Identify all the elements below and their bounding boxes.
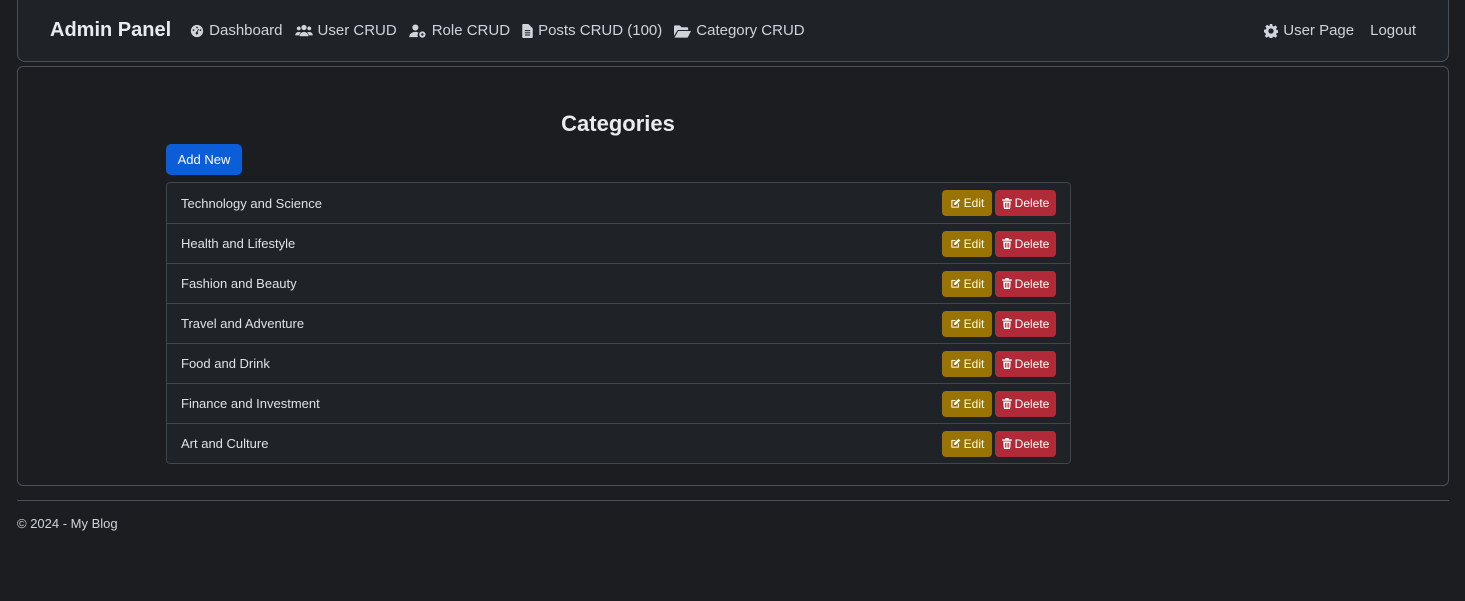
edit-icon xyxy=(951,198,960,208)
gear-icon xyxy=(1264,23,1279,38)
category-name: Art and Culture xyxy=(181,436,269,451)
nav-dashboard[interactable]: Dashboard xyxy=(190,22,283,39)
delete-button[interactable]: Delete xyxy=(995,430,1056,457)
category-row: Health and Lifestyle Edit Delete xyxy=(167,223,1070,263)
nav-logout[interactable]: Logout xyxy=(1370,22,1416,39)
category-name: Travel and Adventure xyxy=(181,316,305,331)
trash-icon xyxy=(1001,438,1012,449)
nav-logout-label: Logout xyxy=(1370,22,1416,39)
edit-icon xyxy=(951,358,960,368)
add-new-button[interactable]: Add New xyxy=(166,144,242,175)
category-row: Technology and Science Edit Delete xyxy=(167,183,1070,223)
dashboard-icon xyxy=(191,24,204,37)
delete-label: Delete xyxy=(1014,436,1050,451)
edit-label: Edit xyxy=(963,356,985,371)
delete-button[interactable]: Delete xyxy=(995,190,1056,216)
edit-button[interactable]: Edit xyxy=(942,310,992,337)
nav-category-crud-label: Category CRUD xyxy=(696,22,805,39)
category-name: Health and Lifestyle xyxy=(181,236,296,251)
delete-label: Delete xyxy=(1014,276,1050,291)
category-name: Fashion and Beauty xyxy=(181,276,297,291)
nav-role-crud-label: Role CRUD xyxy=(431,22,511,39)
main-panel: Categories Add New Technology and Scienc… xyxy=(17,66,1449,486)
trash-icon xyxy=(1001,197,1012,209)
category-row: Art and Culture Edit Delete xyxy=(167,423,1070,463)
file-icon xyxy=(522,23,533,38)
brand-title[interactable]: Admin Panel xyxy=(50,19,171,42)
nav-dashboard-label: Dashboard xyxy=(209,22,283,39)
delete-button[interactable]: Delete xyxy=(995,270,1056,297)
category-name: Technology and Science xyxy=(181,195,322,211)
nav-links: Dashboard User CRUD Role CRUD Posts CRUD… xyxy=(190,22,817,39)
top-navbar: Admin Panel Dashboard User CRUD Role CRU… xyxy=(17,0,1449,62)
nav-posts-crud-label: Posts CRUD (100) xyxy=(538,22,663,39)
users-icon xyxy=(294,24,313,36)
edit-label: Edit xyxy=(963,236,985,251)
edit-label: Edit xyxy=(963,396,985,411)
edit-label: Edit xyxy=(963,276,985,291)
nav-role-crud[interactable]: Role CRUD xyxy=(408,22,511,39)
page-title: Categories xyxy=(561,111,675,136)
delete-button[interactable]: Delete xyxy=(995,390,1056,417)
edit-label: Edit xyxy=(963,316,985,331)
trash-icon xyxy=(1001,278,1012,289)
category-name: Finance and Investment xyxy=(181,396,320,411)
trash-icon xyxy=(1001,398,1012,409)
nav-user-page[interactable]: User Page xyxy=(1264,22,1354,39)
nav-user-crud-label: User CRUD xyxy=(317,22,397,39)
nav-user-crud[interactable]: User CRUD xyxy=(294,22,397,39)
delete-label: Delete xyxy=(1014,196,1050,210)
delete-button[interactable]: Delete xyxy=(995,310,1056,337)
category-row: Fashion and Beauty Edit Delete xyxy=(167,263,1070,303)
user-gear-icon xyxy=(408,23,426,38)
edit-button[interactable]: Edit xyxy=(942,430,992,457)
trash-icon xyxy=(1001,238,1012,249)
nav-user-page-label: User Page xyxy=(1283,22,1355,39)
edit-icon xyxy=(951,238,960,248)
delete-label: Delete xyxy=(1014,316,1050,331)
delete-label: Delete xyxy=(1014,236,1050,251)
delete-label: Delete xyxy=(1014,396,1050,411)
delete-button[interactable]: Delete xyxy=(995,230,1056,257)
edit-icon xyxy=(951,318,960,328)
category-row: Food and Drink Edit Delete xyxy=(167,343,1070,383)
trash-icon xyxy=(1001,358,1012,369)
nav-posts-crud[interactable]: Posts CRUD (100) xyxy=(522,22,662,39)
category-row: Finance and Investment Edit Delete xyxy=(167,383,1070,423)
nav-category-crud[interactable]: Category CRUD xyxy=(674,22,805,39)
footer-divider xyxy=(17,500,1449,501)
trash-icon xyxy=(1001,318,1012,329)
edit-icon xyxy=(951,398,960,408)
edit-icon xyxy=(951,278,960,288)
edit-label: Edit xyxy=(963,436,985,451)
edit-button[interactable]: Edit xyxy=(942,270,992,297)
nav-right: User Page Logout xyxy=(1248,22,1416,39)
edit-button[interactable]: Edit xyxy=(942,390,992,417)
edit-button[interactable]: Edit xyxy=(942,190,992,216)
category-list: Technology and Science Edit Delete Healt… xyxy=(166,182,1071,464)
edit-icon xyxy=(951,438,960,448)
edit-label: Edit xyxy=(963,196,985,210)
edit-button[interactable]: Edit xyxy=(942,350,992,377)
delete-button[interactable]: Delete xyxy=(995,350,1056,377)
edit-button[interactable]: Edit xyxy=(942,230,992,257)
footer-text: © 2024 - My Blog xyxy=(17,516,118,531)
folder-open-icon xyxy=(674,24,692,38)
delete-label: Delete xyxy=(1014,356,1050,371)
category-name: Food and Drink xyxy=(181,356,270,371)
category-row: Travel and Adventure Edit Delete xyxy=(167,303,1070,343)
